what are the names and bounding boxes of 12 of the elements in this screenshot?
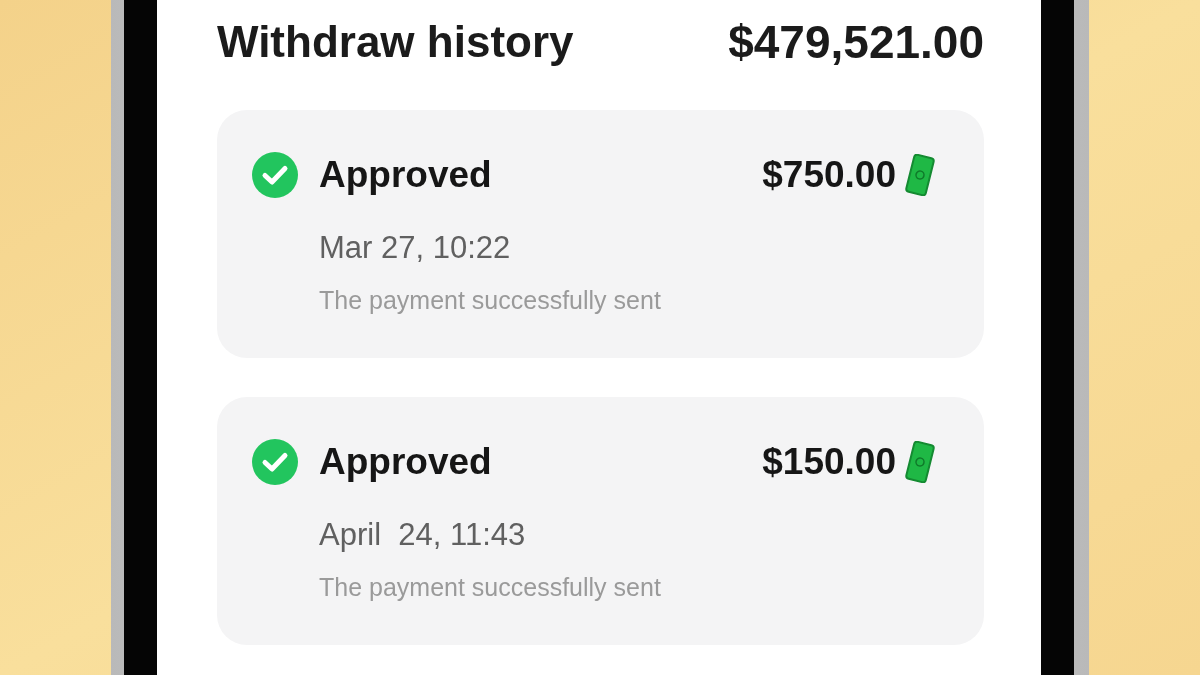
amount-text: $750.00 — [762, 153, 896, 197]
check-circle-icon — [252, 152, 298, 198]
date-text: Mar 27, 10:22 — [319, 230, 511, 266]
status-message: The payment successfully sent — [319, 573, 661, 601]
status-message: The payment successfully sent — [319, 286, 661, 314]
status-label: Approved — [319, 440, 492, 484]
date-text: April 24, 11:43 — [319, 517, 526, 553]
page-title: Withdraw history — [217, 16, 574, 68]
status-label: Approved — [319, 153, 492, 197]
total-amount: $479,521.00 — [728, 16, 984, 68]
check-circle-icon — [252, 439, 298, 485]
amount-text: $150.00 — [762, 440, 896, 484]
